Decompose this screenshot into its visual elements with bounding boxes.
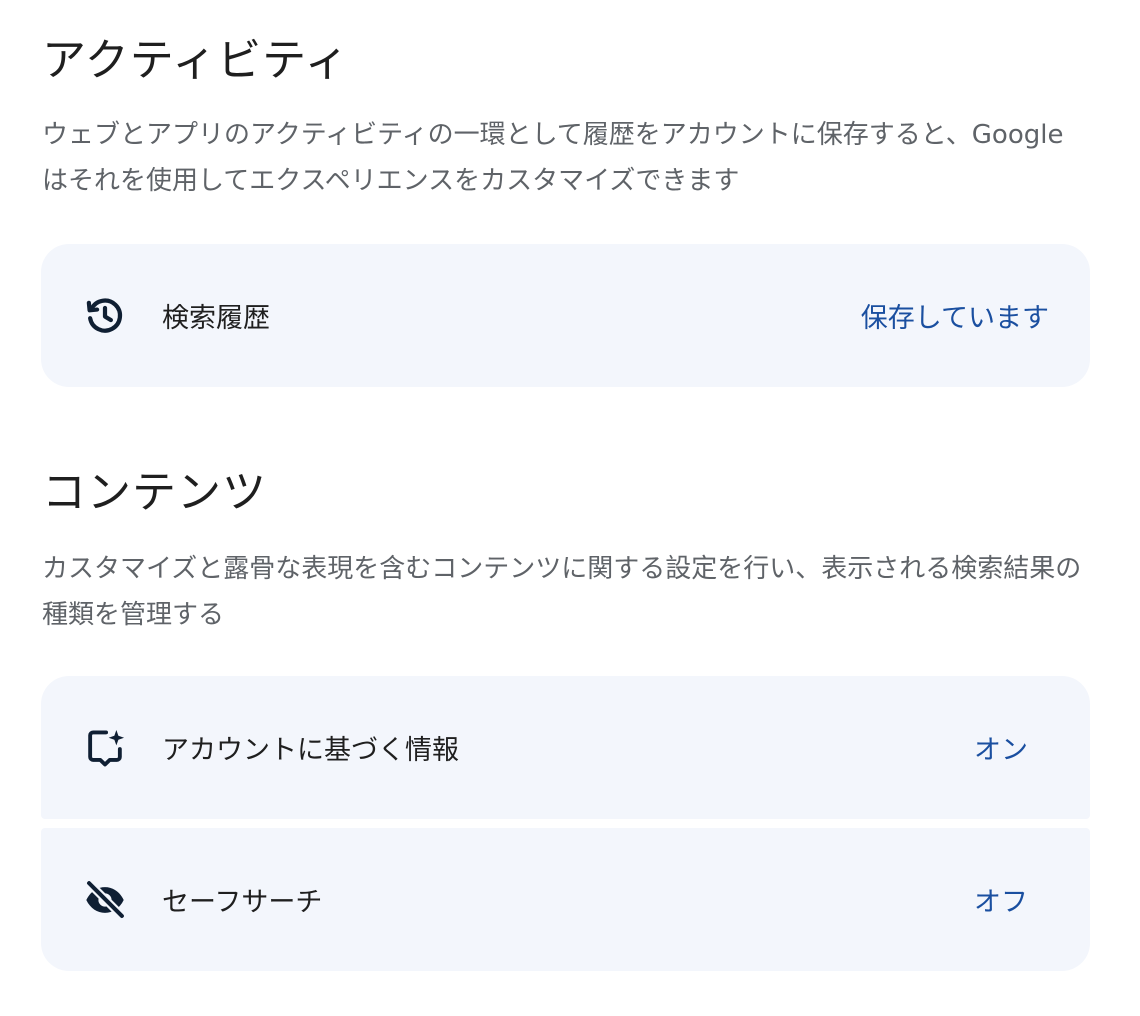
search-history-label: 検索履歴 bbox=[162, 303, 270, 334]
safesearch-row[interactable]: セーフサーチ オフ bbox=[41, 828, 1090, 971]
search-history-row[interactable]: 検索履歴 保存しています bbox=[41, 244, 1090, 387]
search-history-status: 保存しています bbox=[860, 303, 1049, 334]
content-section-description: カスタマイズと露骨な表現を含むコンテンツに関する設定を行い、表示される検索結果の… bbox=[42, 554, 1082, 630]
history-icon bbox=[83, 294, 127, 338]
account-based-info-status: オン bbox=[974, 735, 1028, 766]
activity-section-title: アクティビティ bbox=[42, 35, 350, 86]
safesearch-label: セーフサーチ bbox=[162, 887, 323, 918]
safesearch-status: オフ bbox=[974, 887, 1028, 918]
visibility-off-icon bbox=[83, 878, 127, 922]
activity-section-description: ウェブとアプリのアクティビティの一環として履歴をアカウントに保存すると、Goog… bbox=[42, 120, 1064, 196]
account-based-info-label: アカウントに基づく情報 bbox=[162, 735, 459, 766]
content-section-title: コンテンツ bbox=[42, 467, 267, 518]
account-based-info-row[interactable]: アカウントに基づく情報 オン bbox=[41, 676, 1090, 819]
sparkle-chat-icon bbox=[83, 726, 127, 770]
